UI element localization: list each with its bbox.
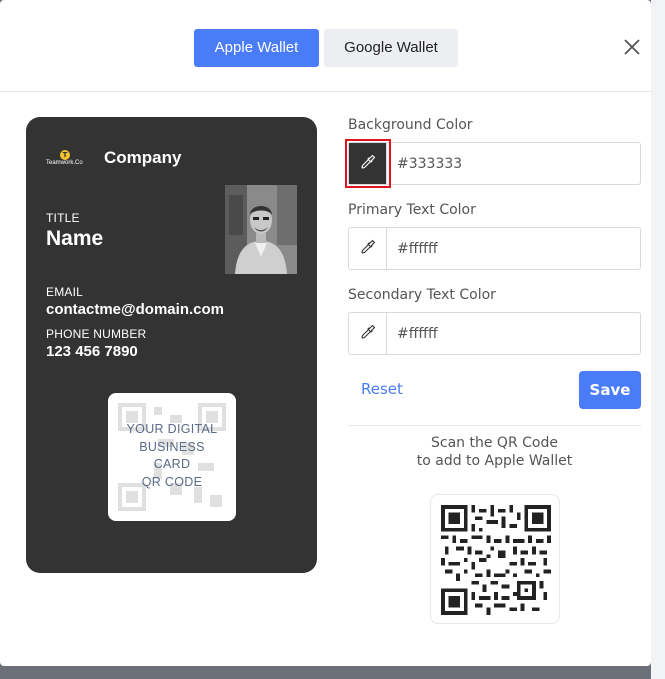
modal-header: Apple Wallet Google Wallet bbox=[0, 0, 651, 92]
close-icon[interactable] bbox=[620, 35, 644, 59]
background-color-field bbox=[345, 139, 641, 188]
background-color-input[interactable] bbox=[397, 143, 632, 184]
tab-google-wallet[interactable]: Google Wallet bbox=[324, 29, 458, 67]
background-page bbox=[651, 0, 665, 679]
phone-label: PHONE NUMBER bbox=[46, 327, 147, 341]
background-color-picker[interactable] bbox=[349, 143, 387, 184]
card-name: Name bbox=[46, 227, 104, 250]
secondary-text-color-field bbox=[348, 312, 641, 355]
primary-text-color-input[interactable] bbox=[397, 228, 632, 269]
save-button[interactable]: Save bbox=[579, 371, 641, 409]
background-color-label: Background Color bbox=[348, 117, 473, 133]
eyedropper-icon bbox=[360, 239, 376, 259]
profile-photo bbox=[225, 185, 297, 274]
qr-caption-line: BUSINESS bbox=[139, 439, 205, 454]
qr-caption: YOUR DIGITAL BUSINESS CARD QR CODE bbox=[108, 421, 236, 491]
reset-button[interactable]: Reset bbox=[361, 380, 403, 398]
secondary-text-color-input[interactable] bbox=[397, 313, 632, 354]
primary-text-color-picker[interactable] bbox=[349, 228, 387, 269]
company-name: Company bbox=[104, 148, 182, 167]
scan-instructions: Scan the QR Code to add to Apple Wallet bbox=[348, 434, 641, 470]
wallet-modal: Apple Wallet Google Wallet T Teamwork.Co… bbox=[0, 0, 651, 666]
email-label: EMAIL bbox=[46, 285, 84, 299]
card-preview: T Teamwork.Co Company TITLE Name EMAIL c… bbox=[26, 117, 317, 573]
logo-text: Teamwork.Co bbox=[46, 160, 83, 166]
eyedropper-icon bbox=[360, 154, 376, 174]
divider bbox=[348, 425, 641, 426]
qr-caption-line: QR CODE bbox=[141, 474, 203, 489]
title-label: TITLE bbox=[46, 211, 80, 225]
primary-text-color-field bbox=[348, 227, 641, 270]
scan-line-1: Scan the QR Code bbox=[431, 435, 558, 451]
secondary-text-color-picker[interactable] bbox=[349, 313, 387, 354]
qr-caption-line: YOUR DIGITAL bbox=[126, 422, 218, 436]
secondary-text-color-label: Secondary Text Color bbox=[348, 287, 496, 303]
apple-wallet-qr-code bbox=[430, 494, 560, 624]
logo-mark: T bbox=[60, 150, 70, 160]
primary-text-color-label: Primary Text Color bbox=[348, 202, 476, 218]
qr-code-image bbox=[441, 505, 551, 615]
card-email: contactme@domain.com bbox=[46, 301, 224, 318]
teamwork-logo: T Teamwork.Co bbox=[46, 150, 86, 168]
scan-line-2: to add to Apple Wallet bbox=[416, 453, 573, 469]
card-phone: 123 456 7890 bbox=[46, 343, 138, 360]
card-qr-placeholder: YOUR DIGITAL BUSINESS CARD QR CODE bbox=[108, 393, 236, 521]
qr-caption-line: CARD bbox=[153, 457, 191, 471]
eyedropper-icon bbox=[360, 324, 376, 344]
tab-apple-wallet[interactable]: Apple Wallet bbox=[194, 29, 319, 67]
